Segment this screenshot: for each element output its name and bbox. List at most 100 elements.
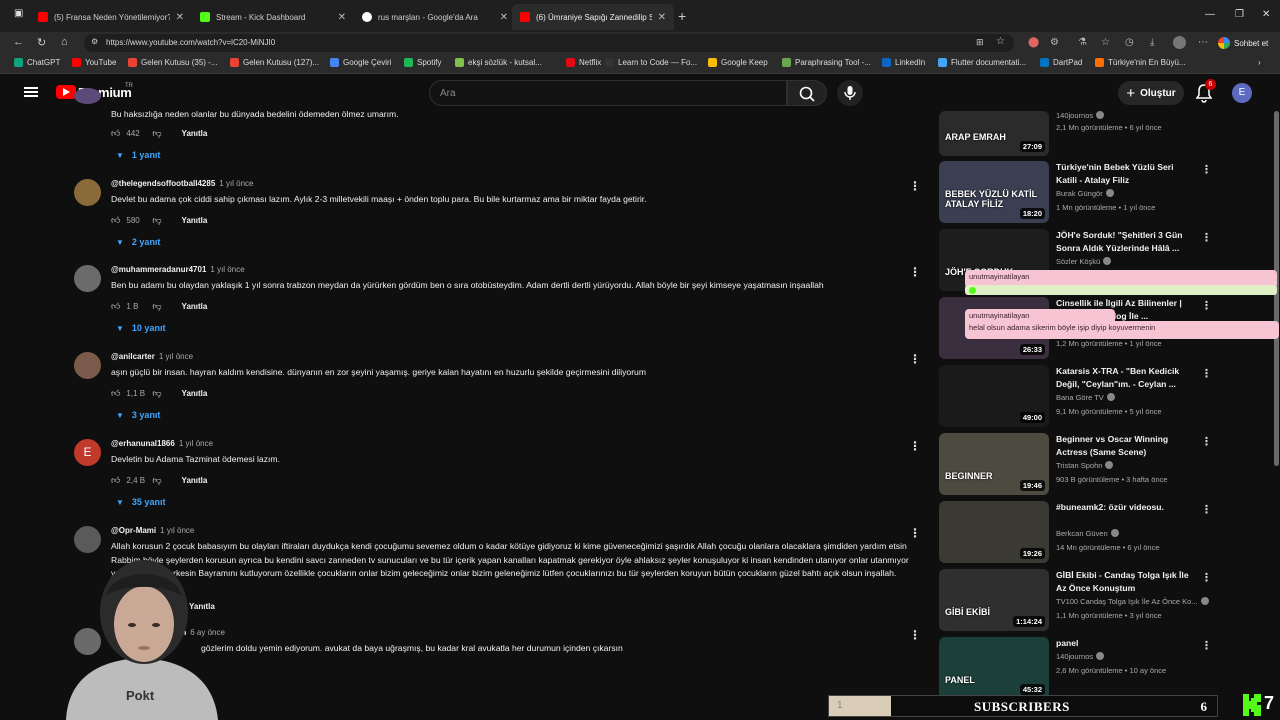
browser-tab-active[interactable]: (6) Ümraniye Sapığı Zannedilip S... ✕ — [512, 4, 674, 30]
comment-avatar[interactable] — [74, 179, 101, 206]
like-icon[interactable]: 👍︎ — [111, 475, 120, 486]
menu-dots-icon[interactable]: ⋯ — [1198, 37, 1208, 48]
channel-name[interactable]: Bana Göre TV — [1056, 393, 1115, 402]
like-icon[interactable]: 👍︎ — [111, 215, 120, 226]
reply-button[interactable]: Yanıtla — [182, 129, 208, 138]
video-title[interactable]: GİBİ Ekibi - Candaş Tolga Işık İle Az Ön… — [1056, 569, 1196, 594]
video-title[interactable]: JÖH'e Sorduk! "Şehitleri 3 Gün Sonra Ald… — [1056, 229, 1196, 254]
comment-avatar[interactable] — [74, 352, 101, 379]
close-tab-icon[interactable]: ✕ — [658, 12, 666, 23]
dislike-icon[interactable]: 👎︎ — [152, 301, 161, 312]
like-icon[interactable]: 👍︎ — [111, 128, 120, 139]
bookmark-item[interactable]: Flutter documentati... — [938, 58, 1026, 67]
browser-tab[interactable]: Stream - Kick Dashboard ✕ — [192, 4, 354, 30]
video-thumbnail[interactable]: PANEL 45:32 — [939, 637, 1049, 699]
dislike-icon[interactable]: 👎︎ — [152, 475, 161, 486]
comment-menu-icon[interactable]: ⋮ — [909, 526, 921, 540]
reply-button[interactable]: Yanıtla — [182, 216, 208, 225]
recommended-video[interactable]: 49:00 Katarsis X-TRA - "Ben Kedicik Değil… — [939, 365, 1212, 427]
bookmark-star-icon[interactable]: ☆ — [996, 36, 1005, 47]
menu-icon[interactable] — [24, 87, 38, 97]
youtube-logo-icon[interactable] — [56, 85, 76, 99]
bookmark-item[interactable]: LinkedIn — [882, 58, 925, 67]
comment-menu-icon[interactable]: ⋮ — [909, 628, 921, 642]
comment-author[interactable]: @erhanunal1866 — [111, 439, 175, 448]
voice-search-button[interactable] — [837, 80, 863, 106]
video-title[interactable]: #buneamk2: özür videosu. — [1056, 501, 1196, 526]
like-icon[interactable]: 👍︎ — [111, 388, 120, 399]
bookmark-item[interactable]: DartPad — [1040, 58, 1082, 67]
bookmark-item[interactable]: Google Keep — [708, 58, 768, 67]
dislike-icon[interactable]: 👎︎ — [152, 388, 161, 399]
close-tab-icon[interactable]: ✕ — [338, 12, 346, 23]
recommended-video[interactable]: BEGINNER 19:46 Beginner vs Oscar Winning A… — [939, 433, 1212, 495]
comment-author[interactable]: @anilcarter — [111, 352, 155, 361]
channel-name[interactable]: TV100 Candaş Tolga Işık İle Az Önce Ko..… — [1056, 597, 1209, 606]
comment-time[interactable]: 1 yıl önce — [159, 352, 193, 361]
comment-time[interactable]: 1 yıl önce — [179, 439, 213, 448]
home-icon[interactable]: ⌂ — [61, 36, 68, 48]
bookmark-item[interactable]: Gelen Kutusu (35) -... — [128, 58, 217, 67]
download-icon[interactable]: ⤓ — [1150, 37, 1154, 48]
view-replies-button[interactable]: ▼ 10 yanıt — [116, 323, 165, 333]
video-menu-icon[interactable]: ⋮ — [1201, 503, 1212, 516]
maximize-icon[interactable]: ❐ — [1235, 9, 1244, 20]
profile-avatar[interactable] — [1173, 36, 1186, 49]
minimize-icon[interactable]: — — [1205, 9, 1215, 20]
reply-button[interactable]: Yanıtla — [182, 389, 208, 398]
bookmark-item[interactable]: Gelen Kutusu (127)... — [230, 58, 319, 67]
bookmark-item[interactable]: Türkiye'nin En Büyü... — [1095, 58, 1186, 67]
recommended-video[interactable]: BEBEK YÜZLÜ KATİL ATALAY FİLİZ 18:20 Türki… — [939, 161, 1212, 223]
tab-actions-icon[interactable]: ▣ — [14, 8, 23, 19]
video-thumbnail[interactable]: 49:00 — [939, 365, 1049, 427]
dislike-icon[interactable]: 👎︎ — [152, 215, 161, 226]
close-tab-icon[interactable]: ✕ — [500, 12, 508, 23]
history-icon[interactable]: ◷ — [1125, 37, 1134, 48]
reload-icon[interactable]: ↻ — [37, 36, 46, 49]
comment-avatar[interactable]: E — [74, 439, 101, 466]
comment-avatar[interactable] — [74, 265, 101, 292]
view-replies-button[interactable]: ▼ 35 yanıt — [116, 497, 165, 507]
video-thumbnail[interactable]: 19:26 — [939, 501, 1049, 563]
bookmark-item[interactable]: Google Çeviri — [330, 58, 391, 67]
video-thumbnail[interactable]: BEGINNER 19:46 — [939, 433, 1049, 495]
bookmark-item[interactable]: YouTube — [72, 58, 116, 67]
recommended-video[interactable]: GİBİ EKİBİ 1:14:24 GİBİ Ekibi - Candaş Tol… — [939, 569, 1212, 631]
chat-button[interactable]: Sohbet et — [1218, 35, 1268, 51]
bookmarks-overflow-icon[interactable]: › — [1258, 58, 1261, 67]
close-tab-icon[interactable]: ✕ — [176, 12, 184, 23]
comment-menu-icon[interactable]: ⋮ — [909, 265, 921, 279]
favorites-icon[interactable]: ☆ — [1101, 37, 1110, 48]
comment-avatar[interactable] — [74, 88, 101, 104]
view-replies-button[interactable]: ▼ 1 yanıt — [116, 150, 160, 160]
comment-menu-icon[interactable]: ⋮ — [909, 352, 921, 366]
close-window-icon[interactable]: ✕ — [1262, 9, 1270, 20]
reply-button[interactable]: Yanıtla — [182, 302, 208, 311]
channel-name[interactable]: 140journos — [1056, 652, 1105, 661]
video-menu-icon[interactable]: ⋮ — [1201, 639, 1212, 652]
comment-menu-icon[interactable]: ⋮ — [909, 179, 921, 193]
back-icon[interactable]: ← — [13, 36, 24, 48]
browser-tab[interactable]: (5) Fransa Neden Yönetilemiyor? ✕ — [30, 4, 192, 30]
create-button[interactable]: + Oluştur — [1118, 81, 1184, 105]
video-title[interactable]: Beginner vs Oscar Winning Actress (Same … — [1056, 433, 1196, 458]
search-button[interactable] — [787, 80, 827, 106]
bookmark-item[interactable]: Netflix — [566, 58, 601, 67]
site-info-icon[interactable]: ⚙ — [91, 37, 98, 46]
channel-name[interactable]: 140journos — [1056, 111, 1105, 120]
video-thumbnail[interactable]: GİBİ EKİBİ 1:14:24 — [939, 569, 1049, 631]
comment-time[interactable]: 1 yıl önce — [160, 526, 194, 535]
extension-icon[interactable]: ⚙ — [1050, 37, 1059, 48]
view-replies-button[interactable]: ▼ 3 yanıt — [116, 410, 160, 420]
comment-author[interactable]: @muhammeradanur4701 — [111, 265, 206, 274]
comment-author[interactable]: @Opr-Mami — [111, 526, 156, 535]
video-thumbnail[interactable]: BEBEK YÜZLÜ KATİL ATALAY FİLİZ 18:20 — [939, 161, 1049, 223]
comment-author[interactable]: @thelegendsoffootball4285 — [111, 179, 215, 188]
account-avatar[interactable]: E — [1232, 83, 1252, 103]
extension-icon[interactable]: ⚗ — [1078, 37, 1087, 48]
browser-tab[interactable]: rus marşları - Google'da Ara ✕ — [354, 4, 516, 30]
video-menu-icon[interactable]: ⋮ — [1201, 299, 1212, 312]
channel-name[interactable]: Burak Güngör — [1056, 189, 1114, 198]
video-menu-icon[interactable]: ⋮ — [1201, 367, 1212, 380]
install-app-icon[interactable]: ⊞ — [976, 37, 984, 48]
